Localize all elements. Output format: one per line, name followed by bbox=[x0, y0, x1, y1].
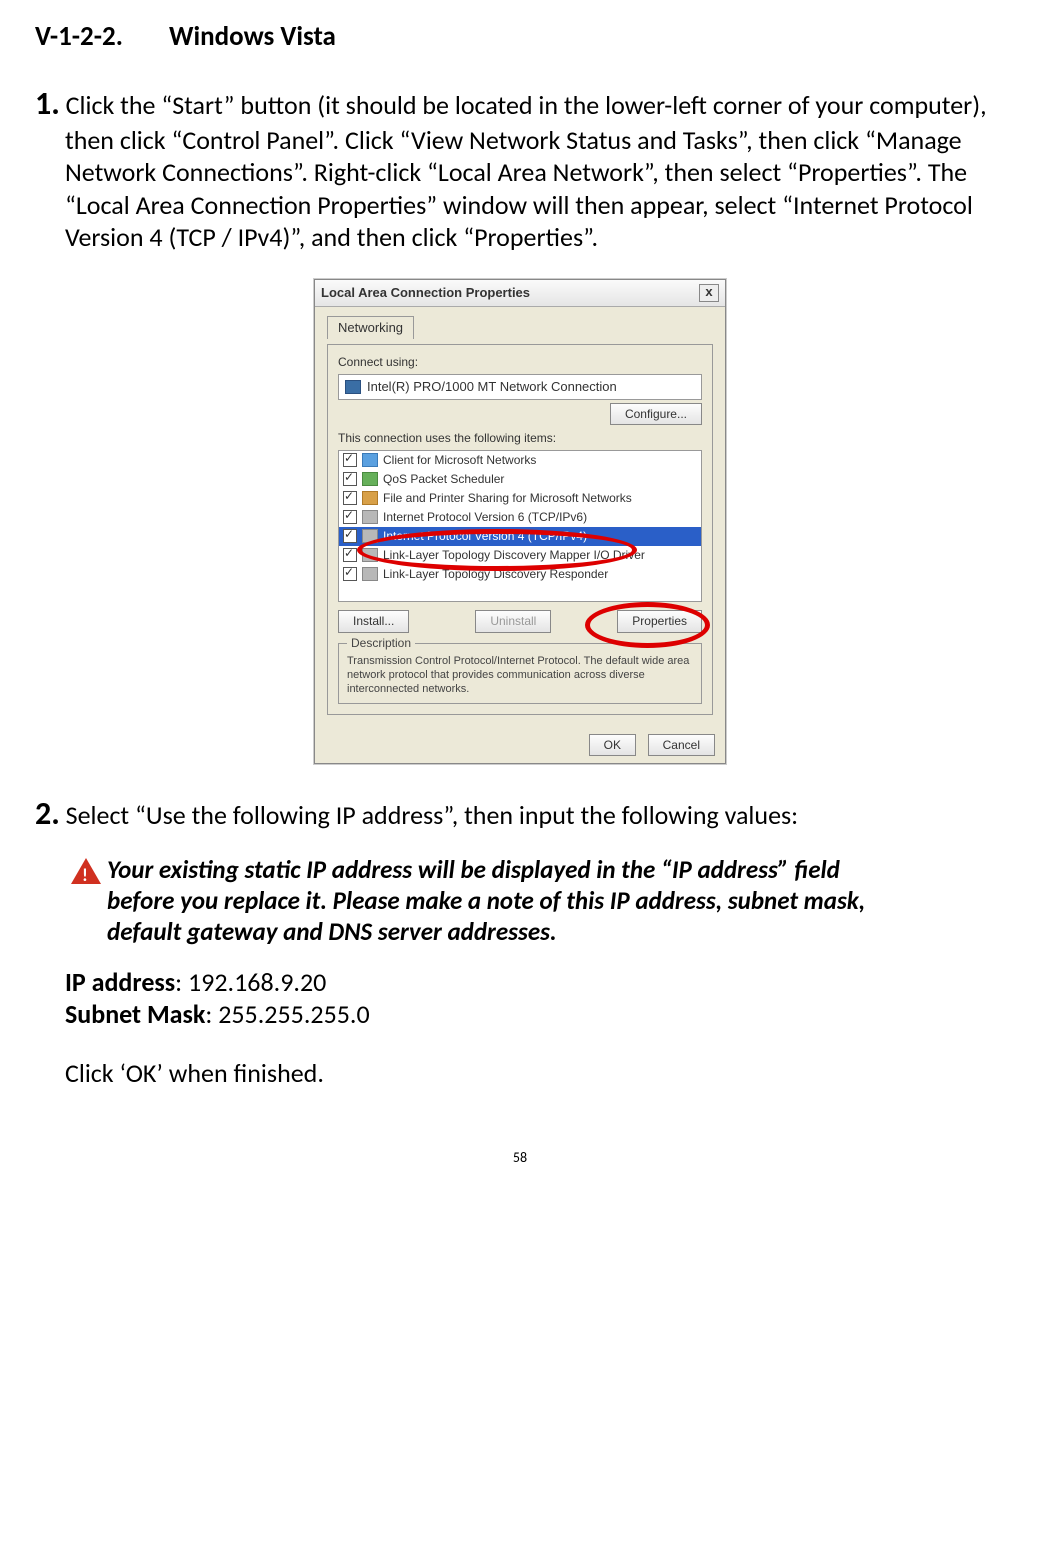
ok-button[interactable]: OK bbox=[589, 734, 636, 756]
cancel-button[interactable]: Cancel bbox=[648, 734, 715, 756]
step-2-text: Select “Use the following IP address”, t… bbox=[66, 799, 798, 831]
list-item: Link-Layer Topology Discovery Mapper I/O… bbox=[383, 548, 645, 563]
mask-value: : 255.255.255.0 bbox=[205, 998, 369, 1030]
list-item-selected: Internet Protocol Version 4 (TCP/IPv4) bbox=[383, 529, 587, 544]
adapter-name: Intel(R) PRO/1000 MT Network Connection bbox=[367, 379, 617, 395]
uninstall-button: Uninstall bbox=[475, 610, 551, 633]
items-list[interactable]: Client for Microsoft Networks QoS Packet… bbox=[338, 450, 702, 602]
step-1: 1. Click the “Start” button (it should b… bbox=[35, 84, 1005, 254]
network-info: IP address: 192.168.9.20 Subnet Mask: 25… bbox=[65, 966, 1005, 1090]
close-icon[interactable]: x bbox=[699, 284, 719, 302]
install-button[interactable]: Install... bbox=[338, 610, 409, 633]
nic-icon bbox=[345, 380, 361, 394]
step-1-text: Click the “Start” button (it should be l… bbox=[65, 89, 987, 254]
section-heading: V-1-2-2. Windows Vista bbox=[35, 20, 1005, 54]
list-item: File and Printer Sharing for Microsoft N… bbox=[383, 491, 632, 506]
step-1-number: 1. bbox=[35, 84, 60, 123]
warning-block: Your existing static IP address will be … bbox=[71, 854, 901, 948]
description-text: Transmission Control Protocol/Internet P… bbox=[347, 655, 693, 696]
warning-text: Your existing static IP address will be … bbox=[107, 854, 901, 948]
screenshot-figure: Local Area Connection Properties x Netwo… bbox=[35, 279, 1005, 764]
properties-dialog: Local Area Connection Properties x Netwo… bbox=[314, 279, 726, 764]
dialog-title: Local Area Connection Properties bbox=[321, 285, 530, 301]
finish-text: Click ‘OK’ when finished. bbox=[65, 1057, 1005, 1090]
description-title: Description bbox=[347, 636, 415, 651]
ip-value: : 192.168.9.20 bbox=[175, 966, 326, 998]
properties-button[interactable]: Properties bbox=[617, 610, 702, 633]
page-number: 58 bbox=[35, 1149, 1005, 1167]
tab-networking[interactable]: Networking bbox=[327, 316, 414, 339]
mask-label: Subnet Mask bbox=[65, 998, 205, 1030]
step-2-number: 2. bbox=[35, 794, 60, 833]
step-2: 2. Select “Use the following IP address”… bbox=[35, 794, 1005, 834]
configure-button[interactable]: Configure... bbox=[610, 403, 702, 425]
list-item: Internet Protocol Version 6 (TCP/IPv6) bbox=[383, 510, 587, 525]
section-number: V-1-2-2. bbox=[35, 20, 123, 53]
adapter-field: Intel(R) PRO/1000 MT Network Connection bbox=[338, 374, 702, 400]
list-item: QoS Packet Scheduler bbox=[383, 472, 504, 487]
items-label: This connection uses the following items… bbox=[338, 431, 702, 446]
section-title: Windows Vista bbox=[169, 20, 336, 53]
list-item: Link-Layer Topology Discovery Responder bbox=[383, 567, 608, 582]
list-item: Client for Microsoft Networks bbox=[383, 453, 536, 468]
ip-label: IP address bbox=[65, 966, 175, 998]
warning-icon bbox=[71, 858, 101, 884]
connect-using-label: Connect using: bbox=[338, 355, 702, 370]
